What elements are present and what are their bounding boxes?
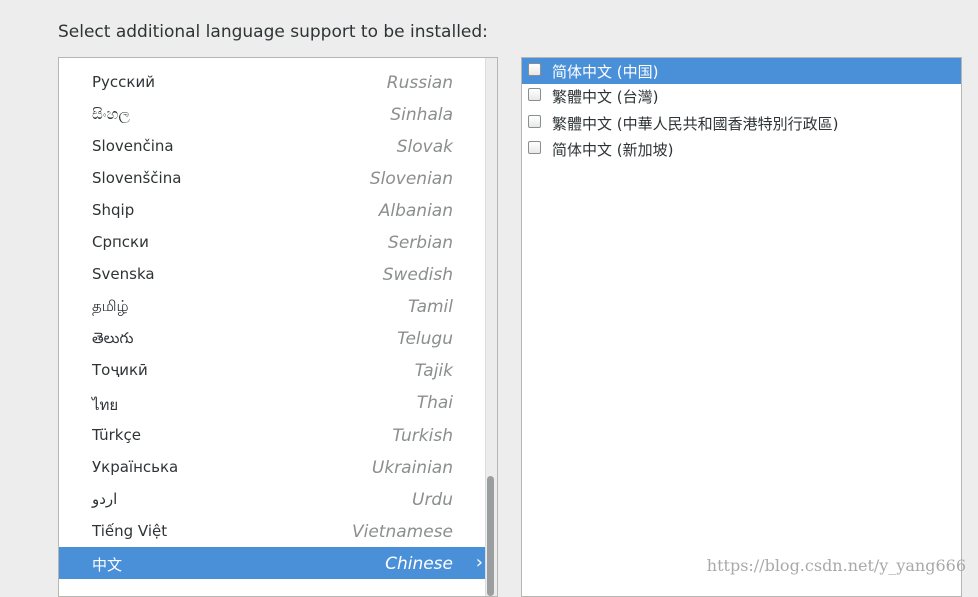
locale-label: 简体中文 (新加坡): [552, 141, 674, 159]
language-english-name: Telugu: [397, 329, 453, 349]
language-row-urdu[interactable]: اردو Urdu: [59, 483, 485, 515]
language-english-name: Turkish: [392, 426, 453, 446]
locale-row-zh-hk[interactable]: 繁體中文 (中華人民共和國香港特別行政區): [522, 110, 961, 136]
locale-label: 繁體中文 (台灣): [552, 88, 659, 106]
language-english-name: Albanian: [378, 201, 453, 221]
language-native-name: Türkçe: [92, 426, 141, 444]
language-row-serbian[interactable]: Српски Serbian: [59, 226, 485, 258]
language-english-name: Russian: [386, 73, 453, 93]
language-english-name: Chinese: [385, 554, 453, 574]
language-english-name: Thai: [416, 393, 453, 413]
language-native-name: Українська: [92, 458, 179, 476]
language-row-albanian[interactable]: Shqip Albanian: [59, 194, 485, 226]
language-native-name: ไทย: [92, 396, 119, 414]
language-native-name: Русский: [92, 73, 155, 91]
language-english-name: Tamil: [407, 297, 453, 317]
language-list[interactable]: Русский Russian සිංහල Sinhala Slovenčina…: [58, 57, 498, 597]
language-native-name: Slovenčina: [92, 137, 174, 155]
language-row-slovak[interactable]: Slovenčina Slovak: [59, 130, 485, 162]
language-english-name: Vietnamese: [351, 522, 453, 542]
language-native-name: Slovenščina: [92, 169, 182, 187]
language-row-chinese[interactable]: 中文 Chinese ›: [59, 547, 485, 579]
language-english-name: Swedish: [382, 265, 453, 285]
language-row-turkish[interactable]: Türkçe Turkish: [59, 419, 485, 451]
language-native-name: Shqip: [92, 201, 135, 219]
watermark-text: https://blog.csdn.net/y_yang666: [706, 556, 966, 575]
locale-label: 简体中文 (中国): [552, 63, 659, 81]
language-native-name: සිංහල: [92, 105, 130, 123]
language-native-name: Тоҷикӣ: [92, 361, 148, 379]
language-native-name: Српски: [92, 233, 149, 251]
language-english-name: Tajik: [414, 361, 453, 381]
locale-row-zh-cn[interactable]: 简体中文 (中国): [522, 58, 961, 84]
language-native-name: Svenska: [92, 265, 155, 283]
language-row-thai[interactable]: ไทย Thai: [59, 386, 485, 418]
language-native-name: اردو: [92, 490, 118, 508]
locale-checkbox[interactable]: [528, 63, 541, 76]
language-row-tamil[interactable]: தமிழ் Tamil: [59, 290, 485, 322]
language-english-name: Ukrainian: [371, 458, 453, 478]
language-row-russian[interactable]: Русский Russian: [59, 66, 485, 98]
locale-row-zh-sg[interactable]: 简体中文 (新加坡): [522, 136, 961, 162]
locale-label: 繁體中文 (中華人民共和國香港特別行政區): [552, 115, 839, 133]
page-heading: Select additional language support to be…: [58, 22, 488, 42]
language-native-name: Tiếng Việt: [92, 522, 168, 540]
language-native-name: 中文: [92, 556, 123, 574]
language-row-vietnamese[interactable]: Tiếng Việt Vietnamese: [59, 515, 485, 547]
language-english-name: Sinhala: [390, 105, 453, 125]
language-row-ukrainian[interactable]: Українська Ukrainian: [59, 451, 485, 483]
language-english-name: Serbian: [388, 233, 453, 253]
locale-checkbox[interactable]: [528, 88, 541, 101]
locale-checkbox[interactable]: [528, 141, 541, 154]
language-row-telugu[interactable]: తెలుగు Telugu: [59, 322, 485, 354]
language-native-name: தமிழ்: [92, 297, 129, 315]
language-row-swedish[interactable]: Svenska Swedish: [59, 258, 485, 290]
language-english-name: Urdu: [412, 490, 453, 510]
language-english-name: Slovak: [396, 137, 453, 157]
scrollbar-thumb[interactable]: [487, 476, 494, 596]
chevron-right-icon: ›: [475, 552, 483, 573]
language-native-name: తెలుగు: [92, 329, 134, 347]
locale-list[interactable]: 简体中文 (中国) 繁體中文 (台灣) 繁體中文 (中華人民共和國香港特別行政區…: [521, 57, 962, 597]
locale-checkbox[interactable]: [528, 115, 541, 128]
language-row-sinhala[interactable]: සිංහල Sinhala: [59, 98, 485, 130]
language-row-slovenian[interactable]: Slovenščina Slovenian: [59, 162, 485, 194]
locale-row-zh-tw[interactable]: 繁體中文 (台灣): [522, 83, 961, 109]
language-english-name: Slovenian: [369, 169, 453, 189]
language-row-tajik[interactable]: Тоҷикӣ Tajik: [59, 354, 485, 386]
